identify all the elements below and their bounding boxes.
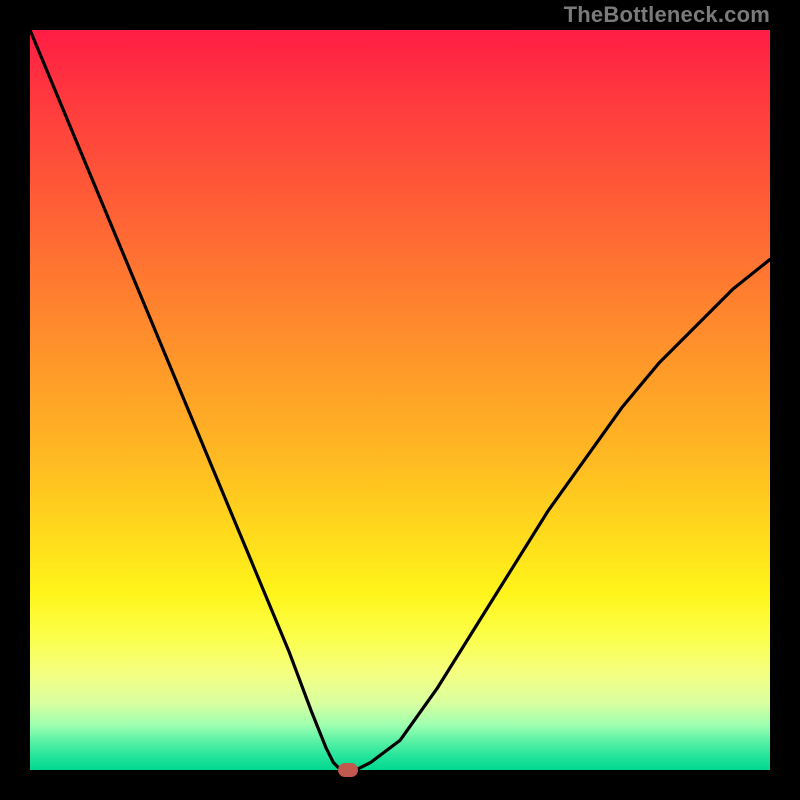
chart-plot-area [30, 30, 770, 770]
curve-svg [30, 30, 770, 770]
bottleneck-curve [30, 30, 770, 770]
chart-frame: TheBottleneck.com [0, 0, 800, 800]
optimal-point-marker [338, 763, 358, 777]
watermark-text: TheBottleneck.com [564, 2, 770, 28]
